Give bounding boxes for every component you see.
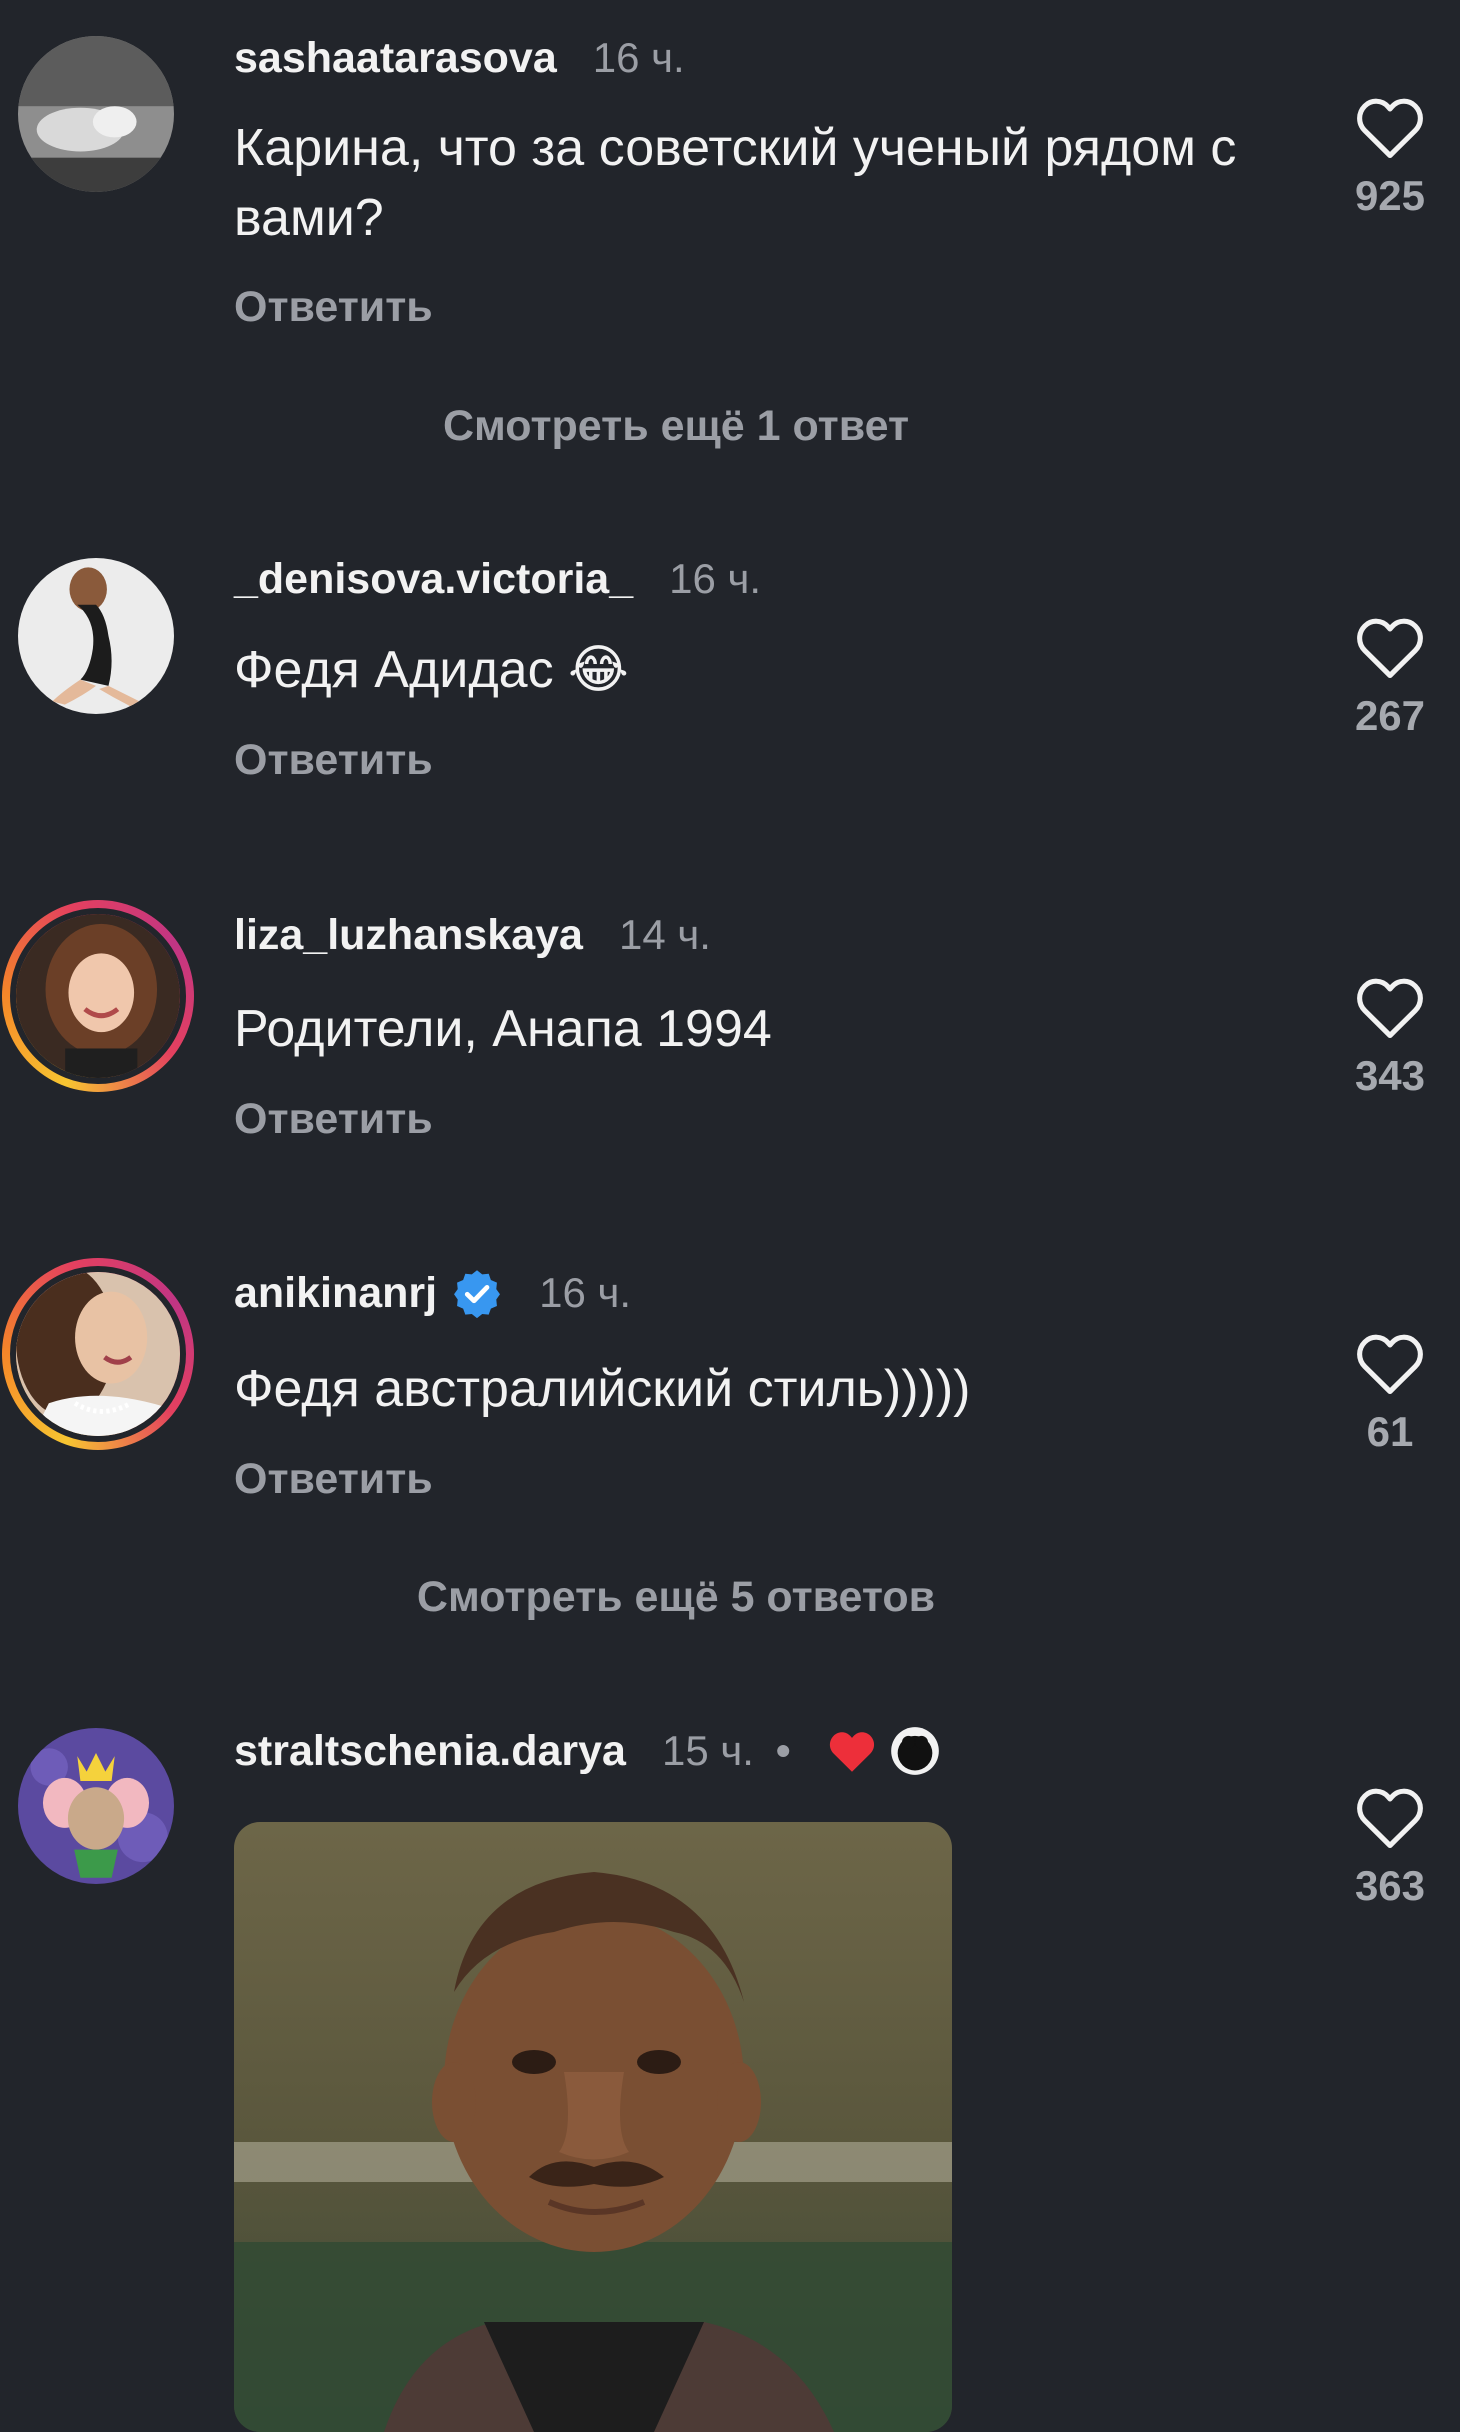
avatar[interactable] — [18, 558, 174, 714]
comment-text: Родители, Анапа 1994 — [234, 1000, 772, 1058]
username[interactable]: liza_luzhanskaya — [234, 911, 583, 960]
like-count: 343 — [1354, 1052, 1426, 1099]
heart-outline-icon[interactable] — [1353, 974, 1427, 1040]
comment-text: Федя Адидас 😂 — [234, 641, 629, 699]
username[interactable]: anikinanrj — [234, 1269, 437, 1318]
avatar-image — [16, 1272, 180, 1436]
heart-outline-icon[interactable] — [1353, 94, 1427, 160]
reply-button[interactable]: Ответить — [234, 736, 433, 785]
reply-button[interactable]: Ответить — [234, 1455, 433, 1504]
avatar-image — [18, 36, 174, 192]
avatar-story-ring[interactable] — [2, 1258, 194, 1450]
view-more-replies[interactable]: Смотреть ещё 5 ответов — [0, 1573, 1352, 1622]
username[interactable]: _denisova.victoria_ — [234, 555, 633, 604]
like-count: 363 — [1354, 1862, 1426, 1909]
timestamp: 16 ч. — [669, 555, 762, 602]
avatar-image — [16, 914, 180, 1078]
like-control: 267 — [1320, 614, 1460, 740]
timestamp: 14 ч. — [618, 911, 711, 958]
comment-text: Карина, что за советский ученый рядом с … — [234, 119, 1237, 247]
comment-header: _denisova.victoria_ 16 ч. — [234, 554, 761, 604]
username[interactable]: sashaatarasova — [234, 34, 557, 83]
separator-dot: • — [775, 1727, 791, 1774]
comment-header: straltschenia.darya 15 ч. • — [234, 1726, 941, 1776]
avatar-image — [18, 558, 174, 714]
like-control: 61 — [1320, 1330, 1460, 1456]
comment-header: sashaatarasova 16 ч. — [234, 33, 685, 83]
avatar-story-ring[interactable] — [2, 900, 194, 1092]
comment-text: Федя австралийский стиль))))) — [234, 1360, 971, 1418]
red-heart-icon — [829, 1732, 874, 1772]
like-count: 61 — [1366, 1408, 1414, 1455]
like-control: 343 — [1320, 974, 1460, 1100]
comment-media-image[interactable] — [234, 1822, 952, 2432]
timestamp: 16 ч. — [539, 1269, 632, 1316]
like-control: 363 — [1320, 1784, 1460, 1910]
reply-button[interactable]: Ответить — [234, 1095, 433, 1144]
heart-outline-icon[interactable] — [1353, 1330, 1427, 1396]
like-control: 925 — [1320, 94, 1460, 220]
gif-image — [234, 1822, 952, 2432]
timestamp: 16 ч. — [592, 34, 685, 81]
comment-header: liza_luzhanskaya 14 ч. — [234, 910, 711, 960]
like-count: 267 — [1354, 692, 1426, 739]
avatar[interactable] — [18, 1728, 174, 1884]
heart-outline-icon[interactable] — [1353, 614, 1427, 680]
like-count: 925 — [1354, 172, 1426, 219]
avatar-image — [18, 1728, 174, 1884]
comment-header: anikinanrj 16 ч. — [234, 1268, 632, 1319]
username[interactable]: straltschenia.darya — [234, 1727, 626, 1776]
reply-button[interactable]: Ответить — [234, 283, 433, 332]
avatar[interactable] — [18, 36, 174, 192]
heart-outline-icon[interactable] — [1353, 1784, 1427, 1850]
verified-badge-icon — [454, 1270, 501, 1319]
creator-avatar-icon — [890, 1727, 939, 1775]
timestamp: 15 ч. — [661, 1727, 754, 1774]
view-more-replies[interactable]: Смотреть ещё 1 ответ — [0, 402, 1352, 451]
